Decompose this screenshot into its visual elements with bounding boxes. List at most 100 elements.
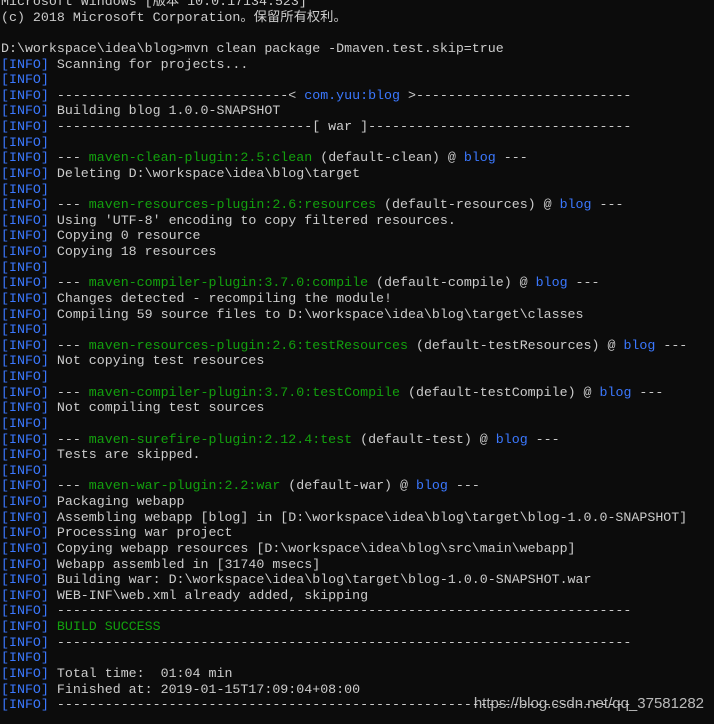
terminal-line: [INFO] ---------------------------------… — [1, 603, 687, 619]
terminal-output[interactable]: Microsoft Windows [版本 10.0.17134.523] (c)… — [1, 0, 687, 713]
log-text: blog — [559, 197, 592, 213]
terminal-line: Microsoft Windows [版本 10.0.17134.523] — [1, 0, 687, 10]
log-level-label: [INFO] — [1, 275, 49, 291]
log-text: (default-testResources) @ — [407, 337, 624, 353]
log-level-label: [INFO] — [1, 587, 49, 603]
terminal-line: [INFO] — [1, 260, 687, 276]
terminal-line: [INFO] Copying 0 resource — [1, 228, 687, 244]
log-level-label: [INFO] — [1, 540, 49, 556]
log-text: maven-compiler-plugin:3.7.0:compile — [88, 275, 369, 291]
log-level-label: [INFO] — [1, 572, 49, 588]
log-text: Finished at: 2019-01-15T17:09:04+08:00 — [48, 681, 361, 697]
log-text: maven-resources-plugin:2.6:testResources — [88, 337, 408, 353]
log-level-label: [INFO] — [1, 494, 49, 509]
log-level-label: [INFO] — [1, 650, 49, 666]
terminal-line: D:\workspace\idea\blog>mvn clean package… — [1, 41, 687, 57]
terminal-line: [INFO] — [1, 182, 687, 198]
log-text: Not compiling test sources — [48, 400, 265, 416]
terminal-line: [INFO] Not compiling test sources — [1, 400, 687, 416]
log-text: (default-compile) @ — [368, 275, 536, 291]
log-text: maven-war-plugin:2.2:war — [88, 478, 281, 494]
watermark: https://blog.csdn.net/qq_37581282 — [473, 695, 704, 712]
terminal-line: [INFO] — [1, 72, 687, 88]
terminal-line: [INFO] Copying webapp resources [D:\work… — [1, 541, 687, 557]
terminal-line: [INFO] --- maven-war-plugin:2.2:war (def… — [1, 478, 687, 494]
log-text: BUILD SUCCESS — [56, 619, 161, 634]
log-level-label: [INFO] — [1, 665, 49, 681]
log-text: --- — [48, 337, 89, 353]
log-text: --- — [655, 337, 688, 353]
log-level-label: [INFO] — [1, 290, 49, 306]
log-text: --------------------------------[ war ]-… — [48, 119, 632, 134]
terminal-line: [INFO] --- maven-clean-plugin:2.5:clean … — [1, 150, 687, 166]
terminal-line: [INFO] Packaging webapp — [1, 494, 687, 510]
log-text: --- — [447, 478, 480, 494]
log-text: Webapp assembled in [31740 msecs] — [48, 556, 321, 572]
terminal-line: [INFO] Processing war project — [1, 525, 687, 541]
log-level-label: [INFO] — [1, 369, 49, 384]
terminal-line: [INFO] --------------------------------[… — [1, 119, 687, 135]
terminal-line: [INFO] — [1, 416, 687, 432]
terminal-line: [INFO] Compiling 59 source files to D:\w… — [1, 307, 687, 323]
log-level-label: [INFO] — [1, 400, 49, 416]
terminal-line: [INFO] Deleting D:\workspace\idea\blog\t… — [1, 166, 687, 182]
terminal-line: [INFO] BUILD SUCCESS — [1, 619, 687, 635]
terminal-line: (c) 2018 Microsoft Corporation。保留所有权利。 — [1, 10, 687, 26]
log-level-label: [INFO] — [1, 384, 49, 400]
log-level-label: [INFO] — [1, 259, 49, 275]
log-text: (default-resources) @ — [376, 197, 560, 213]
log-text: blog — [623, 337, 656, 353]
log-text: Using 'UTF-8' encoding to copy filtered … — [48, 212, 456, 228]
log-text: --- — [48, 275, 89, 291]
log-level-label: [INFO] — [1, 56, 49, 72]
log-level-label: [INFO] — [1, 353, 49, 369]
terminal-line: [INFO] — [1, 322, 687, 338]
log-level-label: [INFO] — [1, 462, 49, 478]
log-level-label: [INFO] — [1, 415, 49, 431]
log-text: blog — [415, 478, 448, 494]
log-text: com.yuu:blog — [304, 87, 400, 103]
log-level-label: [INFO] — [1, 150, 49, 166]
terminal-line: [INFO] --- maven-compiler-plugin:3.7.0:c… — [1, 275, 687, 291]
log-text: (c) 2018 Microsoft Corporation。保留所有权利。 — [1, 9, 347, 25]
log-level-label: [INFO] — [1, 197, 49, 213]
log-level-label: [INFO] — [1, 478, 49, 494]
terminal-line: [INFO] Building blog 1.0.0-SNAPSHOT — [1, 103, 687, 119]
log-text: >--------------------------- — [400, 87, 632, 103]
log-text: ----------------------------------------… — [48, 634, 632, 650]
terminal-line: [INFO] — [1, 650, 687, 666]
log-text: Copying 0 resource — [48, 228, 201, 244]
terminal-line: [INFO] Total time: 01:04 min — [1, 666, 687, 682]
log-text: --- — [48, 431, 89, 447]
log-text: maven-resources-plugin:2.6:resources — [88, 197, 377, 213]
log-level-label: [INFO] — [1, 525, 49, 541]
log-text: Copying webapp resources [D:\workspace\i… — [48, 540, 576, 556]
log-text: Tests are skipped. — [48, 447, 201, 463]
log-level-label: [INFO] — [1, 337, 49, 353]
terminal-line: [INFO] Webapp assembled in [31740 msecs] — [1, 557, 687, 573]
log-text: --- — [631, 384, 664, 400]
log-text: --- — [48, 478, 89, 494]
log-level-label: [INFO] — [1, 619, 49, 634]
terminal-line: [INFO] — [1, 463, 687, 479]
terminal-line: [INFO] Building war: D:\workspace\idea\b… — [1, 572, 687, 588]
terminal-line: [INFO] --- maven-resources-plugin:2.6:re… — [1, 197, 687, 213]
terminal-line: [INFO] Tests are skipped. — [1, 447, 687, 463]
terminal-line: [INFO] WEB-INF\web.xml already added, sk… — [1, 588, 687, 604]
log-text: (default-war) @ — [280, 478, 416, 494]
log-level-label: [INFO] — [1, 603, 49, 619]
log-level-label: [INFO] — [1, 322, 49, 338]
log-text: (default-test) @ — [352, 431, 496, 447]
log-text: blog — [535, 275, 568, 291]
log-text: --- — [527, 431, 560, 447]
log-text: --- — [48, 150, 89, 166]
log-text: Total time: 01:04 min — [48, 665, 233, 681]
log-text: maven-compiler-plugin:3.7.0:testCompile — [88, 384, 400, 400]
log-text: Deleting D:\workspace\idea\blog\target — [48, 165, 361, 181]
log-text: --- — [48, 384, 89, 400]
terminal-line: [INFO] Scanning for projects... — [1, 57, 687, 73]
log-level-label: [INFO] — [1, 431, 49, 447]
log-text: --- — [495, 150, 528, 166]
